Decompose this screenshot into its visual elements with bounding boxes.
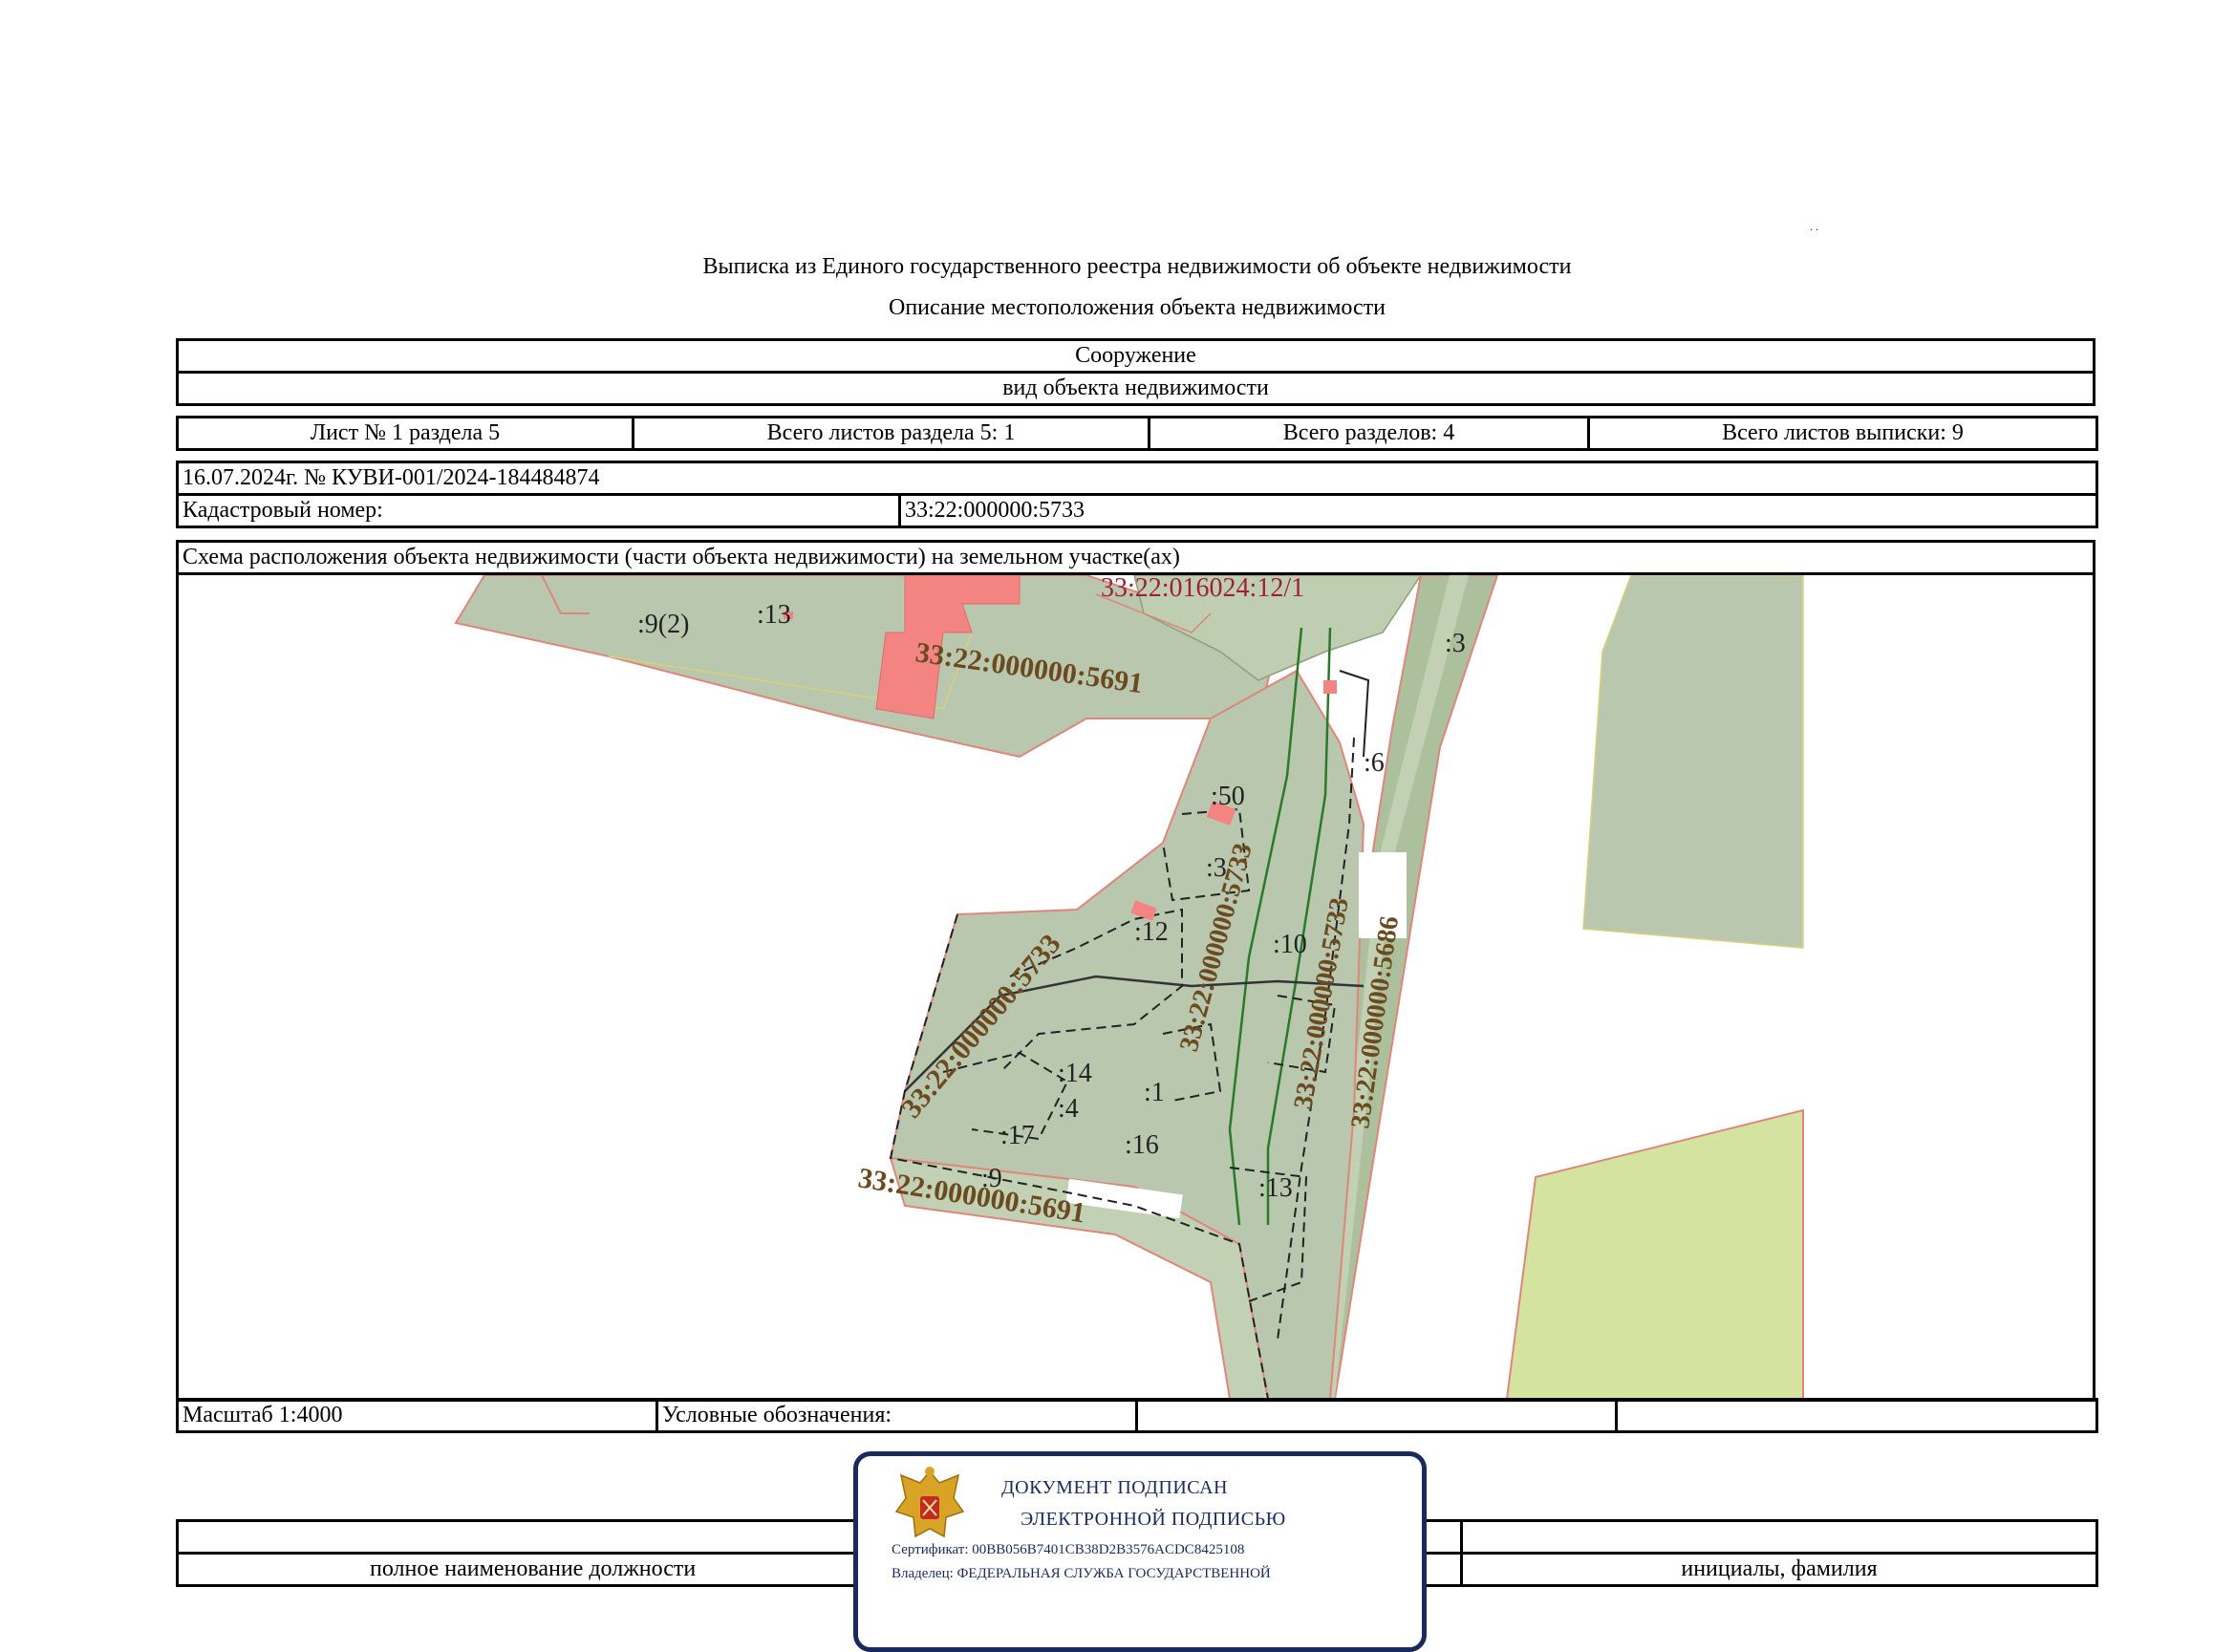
- sheets-table: Лист № 1 раздела 5 Всего листов раздела …: [176, 416, 2098, 451]
- record-date-number: 16.07.2024г. № КУВИ-001/2024-184484874: [175, 461, 2099, 496]
- parcel-label: :13: [1258, 1173, 1293, 1203]
- signature-blank: [1460, 1519, 2098, 1555]
- extract-sheets-total: Всего листов выписки: 9: [1587, 416, 2098, 451]
- scale-legend-table: Масштаб 1:4000 Условные обозначения:: [176, 1398, 2098, 1433]
- field-southeast: [1506, 1108, 1804, 1398]
- parcel-label: :9: [981, 1164, 1002, 1193]
- parcel-label: :3: [1206, 853, 1227, 883]
- section-sheets-total: Всего листов раздела 5: 1: [632, 416, 1150, 451]
- legend-cell: [1615, 1398, 2098, 1433]
- parcel-label: :3: [1445, 629, 1466, 658]
- parcel-east-a: [1582, 576, 1804, 949]
- stamp-line-2: ЭЛЕКТРОННОЙ ПОДПИСЬЮ: [1021, 1509, 1286, 1530]
- building: [1323, 680, 1337, 694]
- cadastral-number-label: Кадастровый номер:: [176, 493, 901, 528]
- parcel-label: :50: [1211, 782, 1245, 811]
- parcel-label: :17: [1000, 1121, 1035, 1150]
- scheme-title: Схема расположения объекта недвижимости …: [176, 540, 2095, 575]
- legend-cell: [1135, 1398, 1618, 1433]
- parcel-label: :14: [1058, 1059, 1092, 1088]
- electronic-signature-stamp: ДОКУМЕНТ ПОДПИСАН ЭЛЕКТРОННОЙ ПОДПИСЬЮ С…: [853, 1451, 1427, 1652]
- map-scale: Масштаб 1:4000: [176, 1398, 658, 1433]
- parcel-label: :4: [1058, 1094, 1079, 1124]
- legend-title: Условные обозначения:: [655, 1398, 1138, 1433]
- coat-of-arms-icon: [894, 1467, 965, 1538]
- signature-initials: инициалы, фамилия: [1460, 1552, 2098, 1587]
- scheme-table: Схема расположения объекта недвижимости …: [176, 540, 2095, 1402]
- document-subtitle: Описание местоположения объекта недвижим…: [889, 295, 1386, 320]
- header-marks: · ·: [1810, 225, 1819, 236]
- parcel-label: :10: [1273, 930, 1307, 959]
- parcel-label: :6: [1364, 748, 1385, 778]
- cadastral-map: 33:22:016024:12/1 33:22:000000:5691 33:2…: [454, 575, 1804, 1398]
- parcel-label: :16: [1125, 1130, 1159, 1160]
- quarter-number-label: 33:22:016024:12/1: [1101, 575, 1304, 603]
- sections-total: Всего разделов: 4: [1148, 416, 1590, 451]
- cadastral-number-value: 33:22:000000:5733: [897, 493, 2099, 528]
- object-type-caption: вид объекта недвижимости: [176, 371, 2095, 406]
- parcel-label: :9(2): [637, 610, 689, 639]
- stamp-certificate: Сертификат: 00BB056B7401CB38D2B3576ACDC8…: [892, 1542, 1245, 1557]
- document-title: Выписка из Единого государственного реес…: [702, 254, 1572, 279]
- parcel-label: :13: [757, 600, 791, 630]
- parcel-label: :1: [1144, 1078, 1165, 1107]
- object-type: Сооружение: [176, 338, 2095, 374]
- sheet-number: Лист № 1 раздела 5: [176, 416, 634, 451]
- stamp-line-1: ДОКУМЕНТ ПОДПИСАН: [1001, 1477, 1228, 1498]
- map-cell: 33:22:016024:12/1 33:22:000000:5691 33:2…: [176, 572, 2095, 1402]
- object-type-table: Сооружение вид объекта недвижимости: [176, 338, 2095, 406]
- stamp-owner: Владелец: ФЕДЕРАЛЬНАЯ СЛУЖБА ГОСУДАРСТВЕ…: [892, 1566, 1271, 1581]
- parcel-label: :12: [1134, 917, 1169, 947]
- record-table: 16.07.2024г. № КУВИ-001/2024-184484874 К…: [175, 461, 2099, 528]
